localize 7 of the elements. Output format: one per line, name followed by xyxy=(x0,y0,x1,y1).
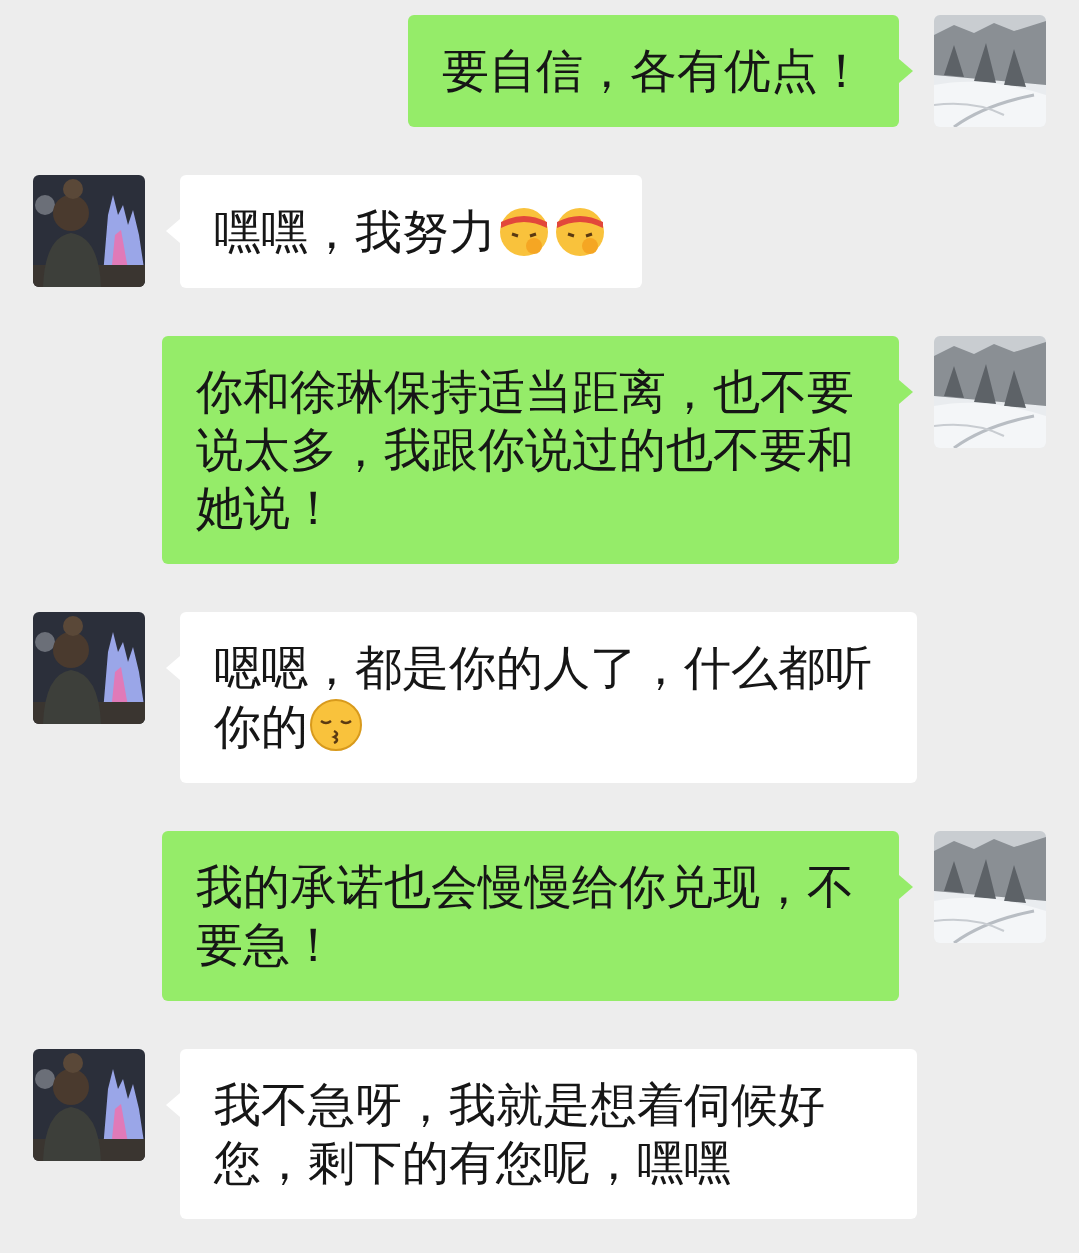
message-bubble: 嘿嘿，我努力 xyxy=(180,175,642,288)
message-bubble: 嗯嗯，都是你的人了，什么都听你的 xyxy=(180,612,917,783)
emoji-icon xyxy=(308,697,364,753)
message-bubble: 你和徐琳保持适当距离，也不要说太多，我跟你说过的也不要和她说！ xyxy=(162,336,899,564)
message-bubble: 我不急呀，我就是想着伺候好您，剩下的有您呢，嘿嘿 xyxy=(180,1049,917,1219)
message-bubble: 要自信，各有优点！ xyxy=(408,15,899,127)
message-bubble: 我的承诺也会慢慢给你兑现，不要急！ xyxy=(162,831,899,1001)
